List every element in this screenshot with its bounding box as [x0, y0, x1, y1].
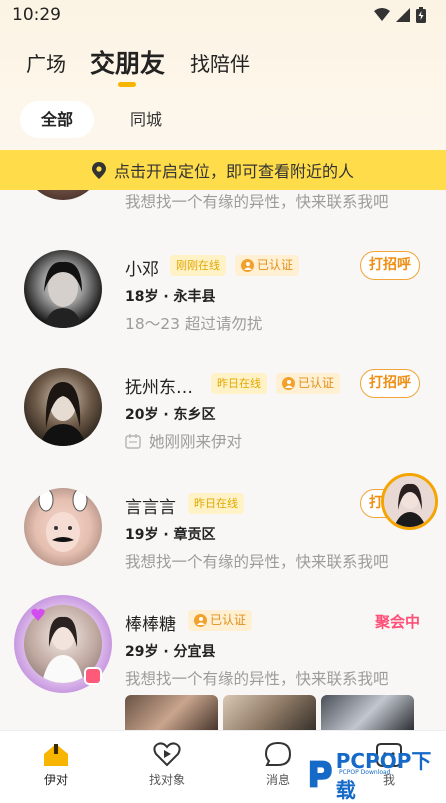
tab-square[interactable]: 广场 [26, 48, 66, 77]
user-name: 抚州东… [125, 378, 193, 398]
nav-label: 找对象 [148, 773, 185, 787]
user-photo[interactable] [125, 695, 218, 735]
filter-same-city[interactable]: 同城 [116, 101, 176, 138]
status-bar: 10:29 [0, 0, 446, 30]
user-meta: 19岁 · 章贡区 [125, 527, 216, 543]
avatar[interactable] [24, 368, 102, 446]
verified-icon [282, 377, 295, 390]
nav-label: 伊对 [43, 773, 68, 787]
online-status-badge: 昨日在线 [211, 373, 267, 394]
verified-icon [241, 259, 254, 272]
party-status: 聚会中 [374, 613, 420, 631]
user-card[interactable]: 小邓 刚刚在线 已认证 18岁 · 永丰县 18～23 超过请勿扰 打招呼 [0, 240, 446, 350]
greet-button[interactable]: 打招呼 [360, 369, 420, 398]
user-desc: 18～23 超过请勿扰 [125, 315, 263, 333]
online-status-badge: 刚刚在线 [170, 255, 226, 276]
top-tabs: 广场 交朋友 找陪伴 [0, 40, 446, 90]
location-banner[interactable]: 点击开启定位，即可查看附近的人 [0, 150, 446, 190]
location-banner-text: 点击开启定位，即可查看附近的人 [113, 162, 354, 181]
heart-decoration-icon [31, 607, 45, 621]
tab-make-friends[interactable]: 交朋友 [90, 44, 165, 80]
filter-all[interactable]: 全部 [20, 101, 94, 138]
signal-icon [396, 8, 410, 22]
user-photo[interactable] [223, 695, 316, 735]
location-pin-icon [91, 161, 106, 179]
tab-find-companion[interactable]: 找陪伴 [190, 48, 250, 77]
user-list[interactable]: 我想找一个有缘的异性，快来联系我吧 小邓 刚刚在线 已认证 18岁 · 永丰县 … [0, 190, 446, 730]
wifi-icon [374, 8, 390, 21]
user-card[interactable]: 抚州东… 昨日在线 已认证 20岁 · 东乡区 她刚刚来伊对 打招呼 [0, 358, 446, 468]
user-desc-row: 她刚刚来伊对 [125, 430, 242, 452]
verified-badge: 已认证 [188, 610, 253, 631]
greet-button[interactable]: 打招呼 [360, 251, 420, 280]
user-desc: 她刚刚来伊对 [149, 433, 243, 451]
verified-label: 已认证 [257, 258, 294, 272]
verified-icon [194, 614, 207, 627]
avatar[interactable] [24, 250, 102, 328]
user-name: 棒棒糖 [125, 615, 176, 635]
home-icon [44, 744, 68, 766]
status-time: 10:29 [12, 5, 61, 25]
calendar-icon [125, 434, 141, 449]
user-photo[interactable] [321, 695, 414, 735]
nav-home[interactable]: 伊对 [11, 731, 101, 794]
user-desc: 我想找一个有缘的异性，快来联系我吧 [125, 193, 389, 211]
live-indicator-icon [84, 667, 102, 685]
heart-play-icon [153, 742, 181, 767]
floating-avatar[interactable] [381, 473, 438, 530]
watermark: PCPOP下载 PCPOP Download [307, 745, 446, 803]
avatar[interactable] [24, 190, 102, 200]
nav-find-partner[interactable]: 找对象 [122, 731, 212, 794]
user-card[interactable]: 言言言 昨日在线 19岁 · 章贡区 我想找一个有缘的异性，快来联系我吧 打 [0, 478, 446, 588]
battery-icon [416, 7, 426, 23]
user-card[interactable]: 我想找一个有缘的异性，快来联系我吧 [0, 190, 446, 220]
user-desc: 我想找一个有缘的异性，快来联系我吧 [125, 670, 389, 688]
watermark-subtext: PCPOP Download [339, 769, 391, 776]
user-meta: 29岁 · 分宜县 [125, 644, 216, 660]
verified-label: 已认证 [298, 376, 335, 390]
watermark-logo-icon [309, 760, 332, 788]
user-desc: 我想找一个有缘的异性，快来联系我吧 [125, 553, 389, 571]
verified-badge: 已认证 [235, 255, 300, 276]
message-bubble-icon [264, 741, 292, 766]
user-meta: 18岁 · 永丰县 [125, 289, 216, 305]
user-name: 言言言 [125, 498, 176, 518]
user-name: 小邓 [125, 260, 159, 280]
verified-label: 已认证 [210, 613, 247, 627]
user-meta: 20岁 · 东乡区 [125, 407, 216, 423]
verified-badge: 已认证 [276, 373, 341, 394]
active-tab-indicator [118, 82, 136, 87]
online-status-badge: 昨日在线 [188, 493, 244, 514]
status-icons [374, 7, 426, 23]
avatar[interactable] [24, 488, 102, 566]
